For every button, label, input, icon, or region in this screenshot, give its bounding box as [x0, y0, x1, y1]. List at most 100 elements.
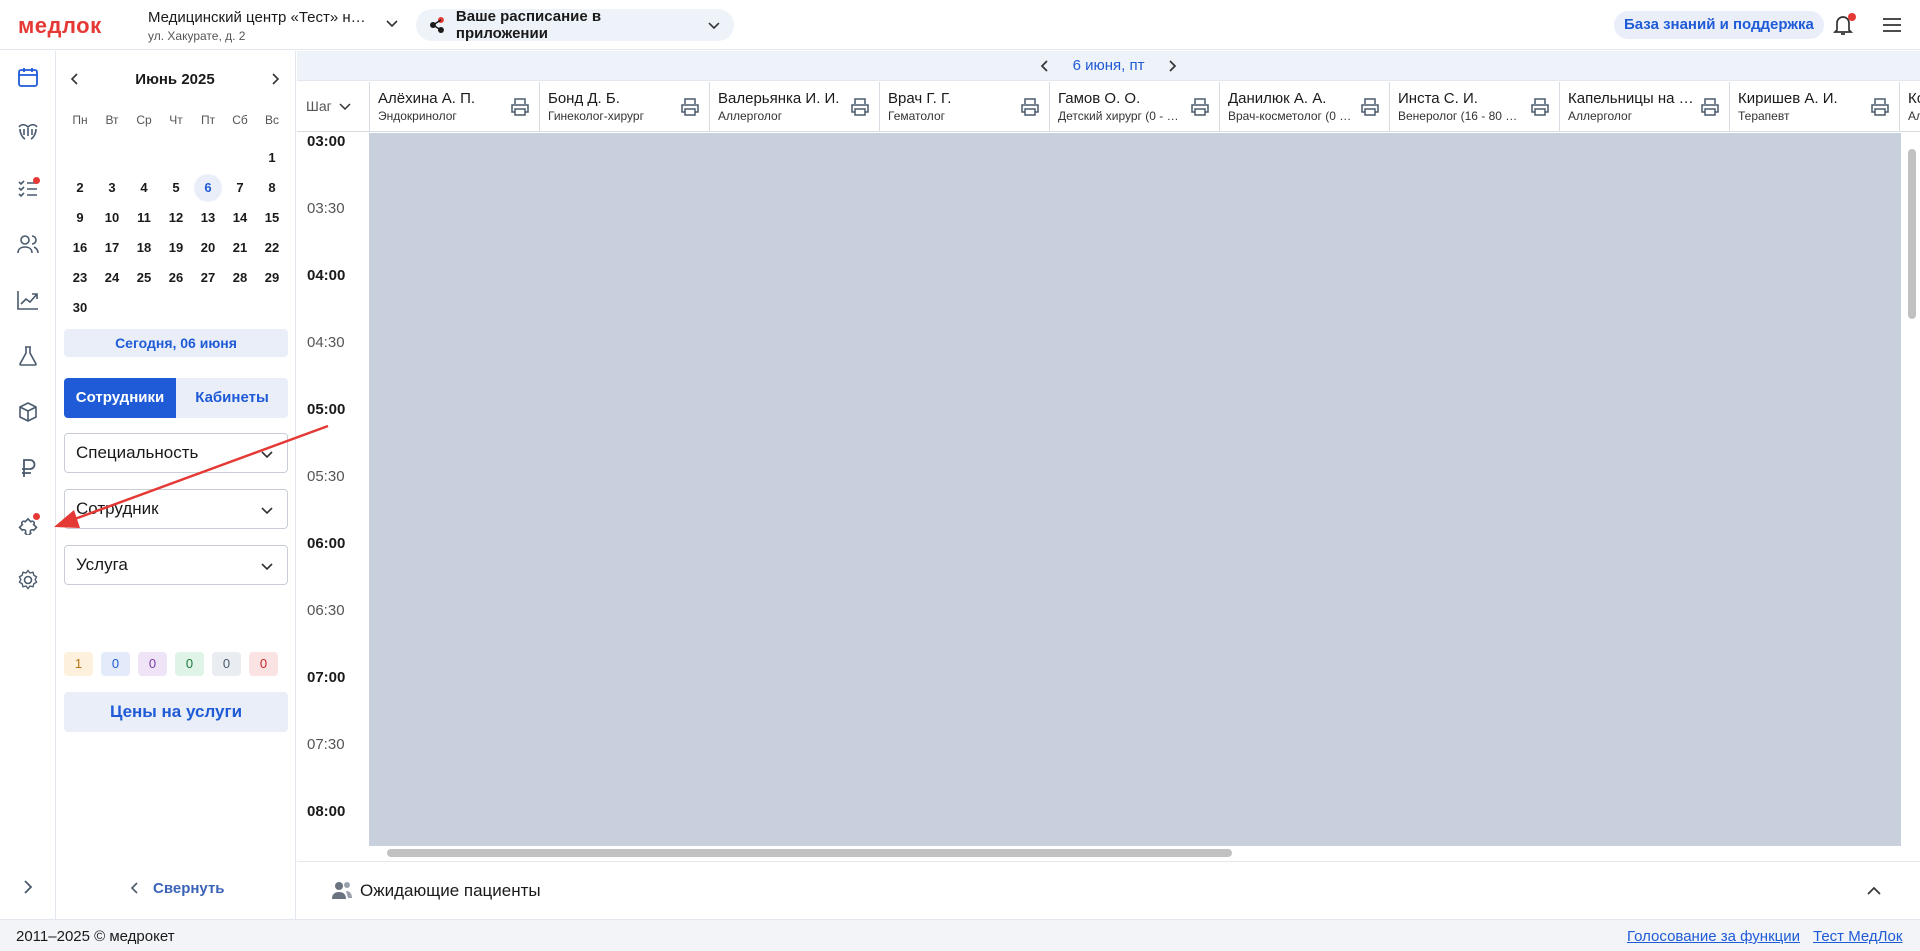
tab-rooms[interactable]: Кабинеты — [176, 378, 288, 418]
calendar-day[interactable]: 11 — [130, 204, 158, 232]
service-select[interactable]: Услуга — [64, 545, 288, 585]
printer-icon[interactable] — [1869, 96, 1891, 118]
calendar-day-selected[interactable]: 6 — [194, 174, 222, 202]
calendar-day[interactable]: 5 — [162, 174, 190, 202]
test-medlok-link[interactable]: Тест МедЛок — [1813, 928, 1902, 945]
calendar-day[interactable]: 1 — [258, 144, 286, 172]
calendar-day[interactable]: 15 — [258, 204, 286, 232]
printer-icon[interactable] — [679, 96, 701, 118]
calendar-prev-button[interactable] — [63, 67, 87, 91]
box-icon[interactable] — [14, 398, 42, 426]
calendar-day[interactable]: 28 — [226, 264, 254, 292]
printer-icon[interactable] — [1529, 96, 1551, 118]
calendar-day[interactable]: 29 — [258, 264, 286, 292]
status-counter[interactable]: 0 — [249, 652, 278, 676]
calendar-day[interactable]: 23 — [66, 264, 94, 292]
printer-icon[interactable] — [849, 96, 871, 118]
vertical-scrollbar[interactable] — [1903, 133, 1920, 846]
calendar-next-button[interactable] — [263, 67, 287, 91]
calendar-day[interactable]: 13 — [194, 204, 222, 232]
today-button[interactable]: Сегодня, 06 июня — [64, 329, 288, 357]
horizontal-scroll-thumb[interactable] — [387, 849, 1232, 857]
doctor-column-header[interactable]: Инста С. И. Венеролог (16 - 80 лет) — [1389, 82, 1559, 131]
doctor-column-header[interactable]: Капельницы на дому Аллерголог — [1559, 82, 1729, 131]
status-counter[interactable]: 0 — [175, 652, 204, 676]
doctor-column-header[interactable]: Гамов О. О. Детский хирург (0 - 18 лет) — [1049, 82, 1219, 131]
calendar-day[interactable]: 19 — [162, 234, 190, 262]
calendar-day[interactable]: 9 — [66, 204, 94, 232]
employee-select[interactable]: Сотрудник — [64, 489, 288, 529]
doctor-column-header[interactable]: Алёхина А. П. Эндокринолог — [369, 82, 539, 131]
calendar-day[interactable]: 12 — [162, 204, 190, 232]
knowledge-base-button[interactable]: База знаний и поддержка — [1614, 11, 1824, 39]
calendar-day[interactable]: 17 — [98, 234, 126, 262]
analytics-icon[interactable] — [14, 286, 42, 314]
patients-icon[interactable] — [14, 230, 42, 258]
doctor-specialty: Аллерголог — [718, 109, 783, 123]
doctor-specialty: Детский хирург (0 - 18 лет) — [1058, 109, 1184, 123]
vertical-scroll-thumb[interactable] — [1908, 149, 1916, 319]
prev-day-icon[interactable] — [1037, 58, 1053, 74]
calendar-day[interactable]: 26 — [162, 264, 190, 292]
printer-icon[interactable] — [1189, 96, 1211, 118]
calendar-day[interactable]: 8 — [258, 174, 286, 202]
doctor-column-header[interactable]: Валерьянка И. И. Аллерголог — [709, 82, 879, 131]
calendar-day[interactable]: 14 — [226, 204, 254, 232]
printer-icon[interactable] — [1699, 96, 1721, 118]
chevron-up-icon[interactable] — [1865, 882, 1883, 900]
next-day-icon[interactable] — [1164, 58, 1180, 74]
doctor-column-header[interactable]: Бонд Д. Б. Гинеколог-хирург — [539, 82, 709, 131]
doctor-column-header[interactable]: Ко Ал — [1899, 82, 1920, 131]
collapse-button[interactable]: Свернуть — [129, 878, 225, 898]
calendar-day[interactable]: 22 — [258, 234, 286, 262]
specialty-select-value: Специальность — [76, 443, 199, 462]
calendar-day[interactable]: 2 — [66, 174, 94, 202]
clinic-selector[interactable]: Медицинский центр «Тест» на Хакурате ул.… — [148, 9, 383, 43]
lab-flask-icon[interactable] — [14, 342, 42, 370]
time-label: 03:30 — [307, 200, 345, 217]
hamburger-menu-icon[interactable] — [1880, 13, 1904, 37]
teeth-icon[interactable] — [14, 118, 42, 146]
calendar-day[interactable]: 10 — [98, 204, 126, 232]
waiting-patients-panel[interactable]: Ожидающие пациенты — [297, 861, 1920, 919]
calendar-day[interactable]: 3 — [98, 174, 126, 202]
calendar-day[interactable]: 18 — [130, 234, 158, 262]
printer-icon[interactable] — [1359, 96, 1381, 118]
chevron-down-icon[interactable] — [384, 15, 400, 31]
calendar-day[interactable]: 30 — [66, 294, 94, 322]
doctor-column-header[interactable]: Данилюк А. А. Врач-косметолог (0 - 18 лет… — [1219, 82, 1389, 131]
calendar-day[interactable]: 20 — [194, 234, 222, 262]
calendar-day[interactable]: 27 — [194, 264, 222, 292]
prices-button[interactable]: Цены на услуги — [64, 692, 288, 732]
doctor-column-header[interactable]: Врач Г. Г. Гематолог — [879, 82, 1049, 131]
tab-staff[interactable]: Сотрудники — [64, 378, 176, 418]
time-label: 08:00 — [307, 803, 346, 820]
calendar-month: Июнь 2025 — [135, 70, 215, 88]
ruble-icon[interactable] — [14, 454, 42, 482]
doctor-column-header[interactable]: Киришев А. И. Терапевт — [1729, 82, 1899, 131]
calendar-day[interactable]: 4 — [130, 174, 158, 202]
step-selector[interactable]: Шаг — [306, 98, 352, 114]
calendar-day[interactable]: 7 — [226, 174, 254, 202]
calendar-day[interactable]: 24 — [98, 264, 126, 292]
app-promo-button[interactable]: Ваше расписание в приложении — [416, 8, 734, 42]
chevron-right-icon[interactable] — [18, 877, 38, 897]
logo[interactable]: медлок — [18, 13, 102, 39]
current-date[interactable]: 6 июня, пт — [1073, 57, 1145, 74]
printer-icon[interactable] — [1019, 96, 1041, 118]
calendar-day[interactable]: 16 — [66, 234, 94, 262]
status-counter[interactable]: 0 — [212, 652, 241, 676]
calendar-day[interactable]: 21 — [226, 234, 254, 262]
calendar-day[interactable]: 25 — [130, 264, 158, 292]
calendar-empty-cell — [96, 143, 128, 173]
specialty-select[interactable]: Специальность — [64, 433, 288, 473]
status-counter[interactable]: 0 — [138, 652, 167, 676]
schedule-grid[interactable] — [369, 133, 1901, 846]
gear-icon[interactable] — [14, 566, 42, 594]
horizontal-scrollbar[interactable] — [369, 846, 1903, 860]
status-counter[interactable]: 0 — [101, 652, 130, 676]
printer-icon[interactable] — [509, 96, 531, 118]
status-counter[interactable]: 1 — [64, 652, 93, 676]
calendar-icon[interactable] — [14, 63, 42, 91]
vote-link[interactable]: Голосование за функции — [1627, 928, 1800, 945]
